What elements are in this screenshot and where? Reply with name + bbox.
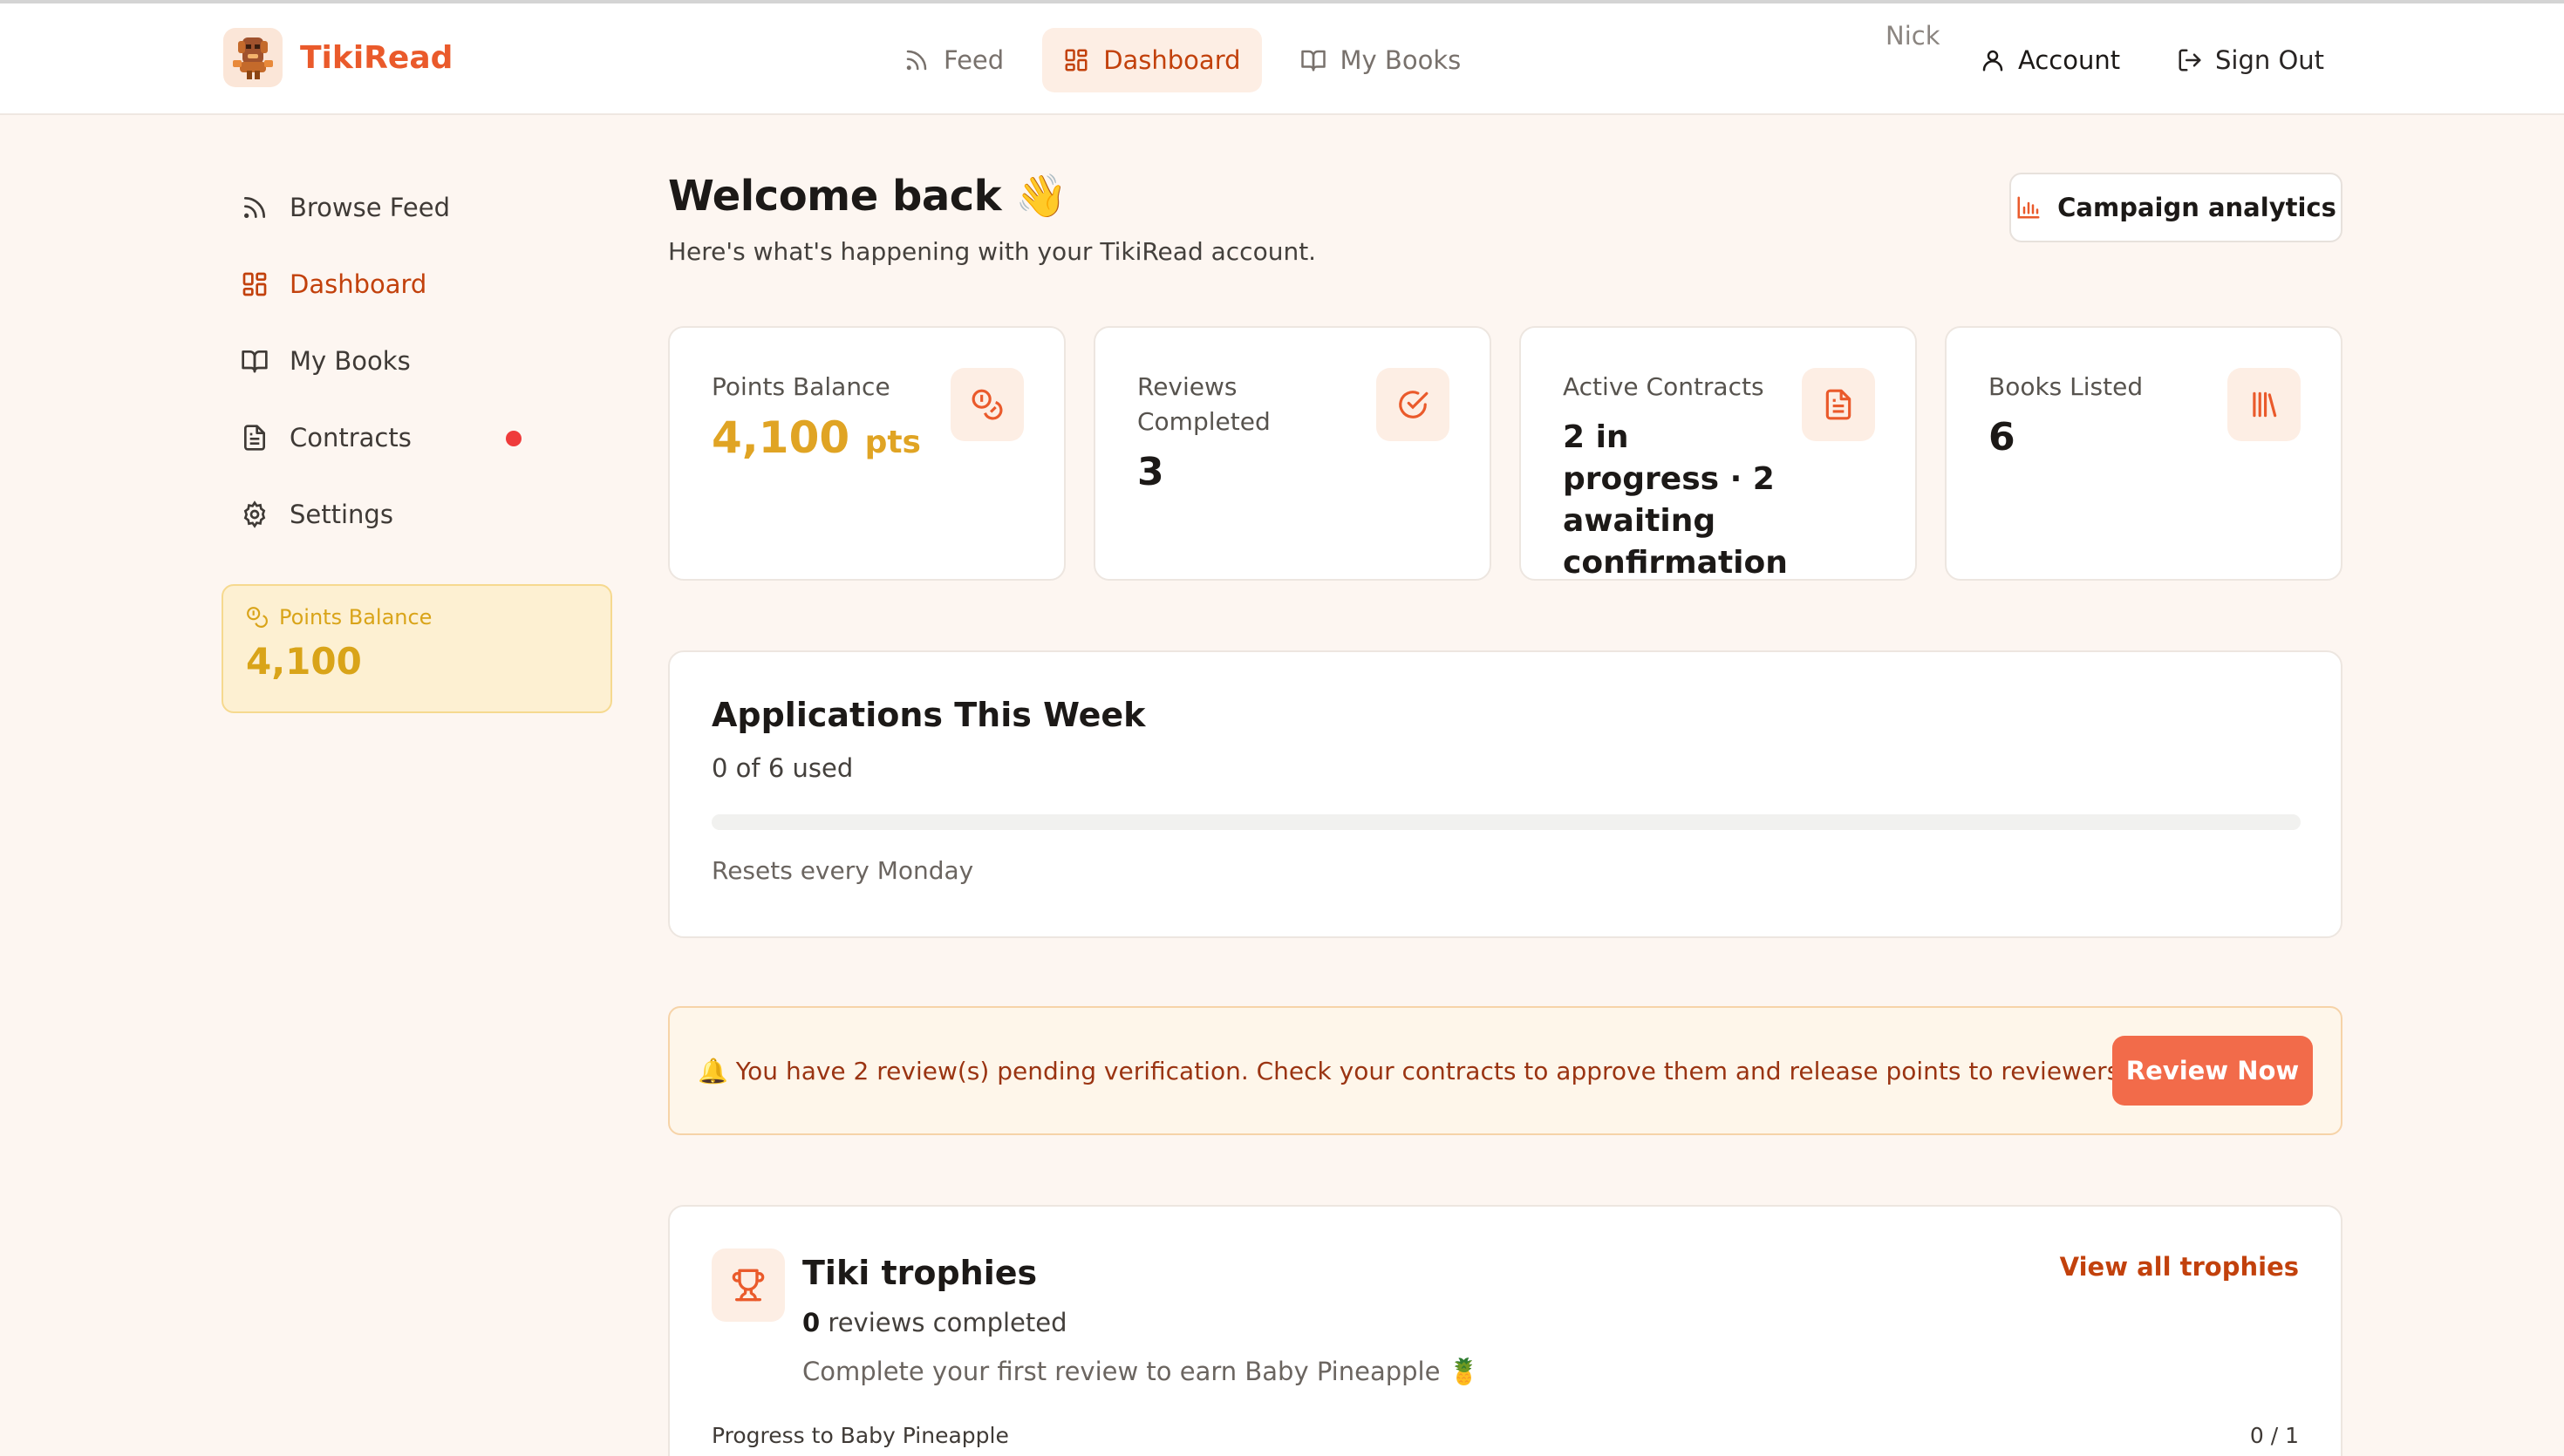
bar-chart-icon [2017,196,2040,219]
sign-out-label: Sign Out [2215,45,2325,75]
campaign-analytics-label: Campaign analytics [2057,193,2336,222]
sidebar-item-settings[interactable]: Settings [223,481,612,548]
rss-icon [906,50,927,71]
coins-icon [247,607,268,628]
sidebar-item-contracts[interactable]: Contracts [223,405,612,471]
trophies-count-suffix: reviews completed [828,1308,1067,1337]
library-icon [2227,368,2301,441]
sidebar-item-my-books[interactable]: My Books [223,328,612,394]
stat-card-points-balance: Points Balance 4,100 pts [668,326,1066,581]
topnav-item-feed[interactable]: Feed [883,28,1025,92]
applications-used-text: 0 of 6 used [712,753,854,783]
stat-label: Books Listed [1988,372,2144,401]
trophies-count-value: 0 [802,1308,821,1337]
tiki-logo-icon [223,28,283,87]
log-out-icon [2179,49,2201,71]
rss-icon [244,197,265,218]
points-value: 4,100 [712,412,850,463]
stat-label: Active Contracts [1563,372,1764,401]
waving-hand-icon: 👋 [1015,172,1067,221]
dashboard-icon [242,272,267,296]
topnav-label: Feed [944,45,1005,75]
stat-card-active-contracts: Active Contracts 2 in progress · 2 await… [1519,326,1917,581]
topnav-item-dashboard[interactable]: Dashboard [1042,28,1262,92]
top-navigation: Feed Dashboard My Books [883,28,1482,92]
trophy-progress-label: Progress to Baby Pineapple [712,1423,1009,1448]
stat-value: 3 [1137,450,1164,494]
logo[interactable]: TikiRead [223,28,453,87]
applications-progress-bar [712,814,2301,830]
topnav-label: My Books [1340,45,1462,75]
sidebar-item-label: Settings [290,500,393,529]
account-button[interactable]: Account [1980,28,2120,92]
topnav-label: Dashboard [1103,45,1241,75]
top-header: TikiRead Feed Dashboard My Books Nick Ac… [0,3,2564,115]
welcome-title-text: Welcome back [668,172,1002,221]
bell-icon: 🔔 [698,1056,728,1085]
sidebar: Browse Feed Dashboard My Books Contracts… [223,174,612,558]
sidebar-item-dashboard[interactable]: Dashboard [223,251,612,317]
app-name: TikiRead [300,39,453,76]
document-icon [1802,368,1875,441]
sign-out-button[interactable]: Sign Out [2177,28,2324,92]
sidebar-item-label: My Books [290,346,411,376]
stat-value: 2 in progress · 2 awaiting confirmation [1563,419,1788,581]
page-subtitle: Here's what's happening with your TikiRe… [668,237,1317,266]
trophies-title: Tiki trophies [802,1254,1038,1292]
page-title: Welcome back 👋 [668,171,1067,221]
trophy-icon [712,1248,785,1322]
campaign-analytics-button[interactable]: Campaign analytics [2009,173,2342,242]
sidebar-points-balance: Points Balance 4,100 [222,584,612,713]
sidebar-item-label: Browse Feed [290,193,450,222]
topnav-item-my-books[interactable]: My Books [1279,28,1483,92]
applications-title: Applications This Week [712,696,1146,734]
gear-icon [243,500,266,528]
trophies-count: 0 reviews completed [802,1308,1067,1337]
book-open-icon [1300,50,1326,71]
stat-label: Reviews Completed [1137,372,1271,436]
applications-reset-text: Resets every Monday [712,856,974,885]
pending-verification-banner: 🔔 You have 2 review(s) pending verificat… [668,1006,2342,1135]
document-icon [244,425,265,451]
pending-message: 🔔 You have 2 review(s) pending verificat… [698,1057,2127,1085]
user-icon [1982,50,2003,71]
check-circle-icon [1376,368,1449,441]
stat-card-books-listed: Books Listed 6 [1945,326,2342,581]
notification-dot [506,431,522,446]
user-name: Nick [1885,21,1940,51]
trophies-hint: Complete your first review to earn Baby … [802,1357,1480,1386]
view-all-trophies-link[interactable]: View all trophies [2060,1252,2299,1282]
stat-label: Points Balance [712,372,890,401]
pending-message-text: You have 2 review(s) pending verificatio… [735,1056,2128,1085]
applications-this-week-card: Applications This Week 0 of 6 used Reset… [668,650,2342,938]
tiki-trophies-card: Tiki trophies 0 reviews completed Comple… [668,1205,2342,1456]
points-unit: pts [864,425,921,460]
stat-card-reviews-completed: Reviews Completed 3 [1094,326,1491,581]
points-balance-label: Points Balance [279,605,433,629]
points-balance-value: 4,100 [246,640,362,683]
sidebar-item-browse-feed[interactable]: Browse Feed [223,174,612,241]
coins-icon [951,368,1024,441]
book-open-icon [242,350,268,373]
account-label: Account [2018,45,2121,75]
sidebar-item-label: Contracts [290,423,412,452]
trophy-progress-count: 0 / 1 [2249,1423,2299,1448]
sidebar-item-label: Dashboard [290,269,427,299]
review-now-button[interactable]: Review Now [2112,1036,2313,1106]
dashboard-icon [1065,49,1088,71]
